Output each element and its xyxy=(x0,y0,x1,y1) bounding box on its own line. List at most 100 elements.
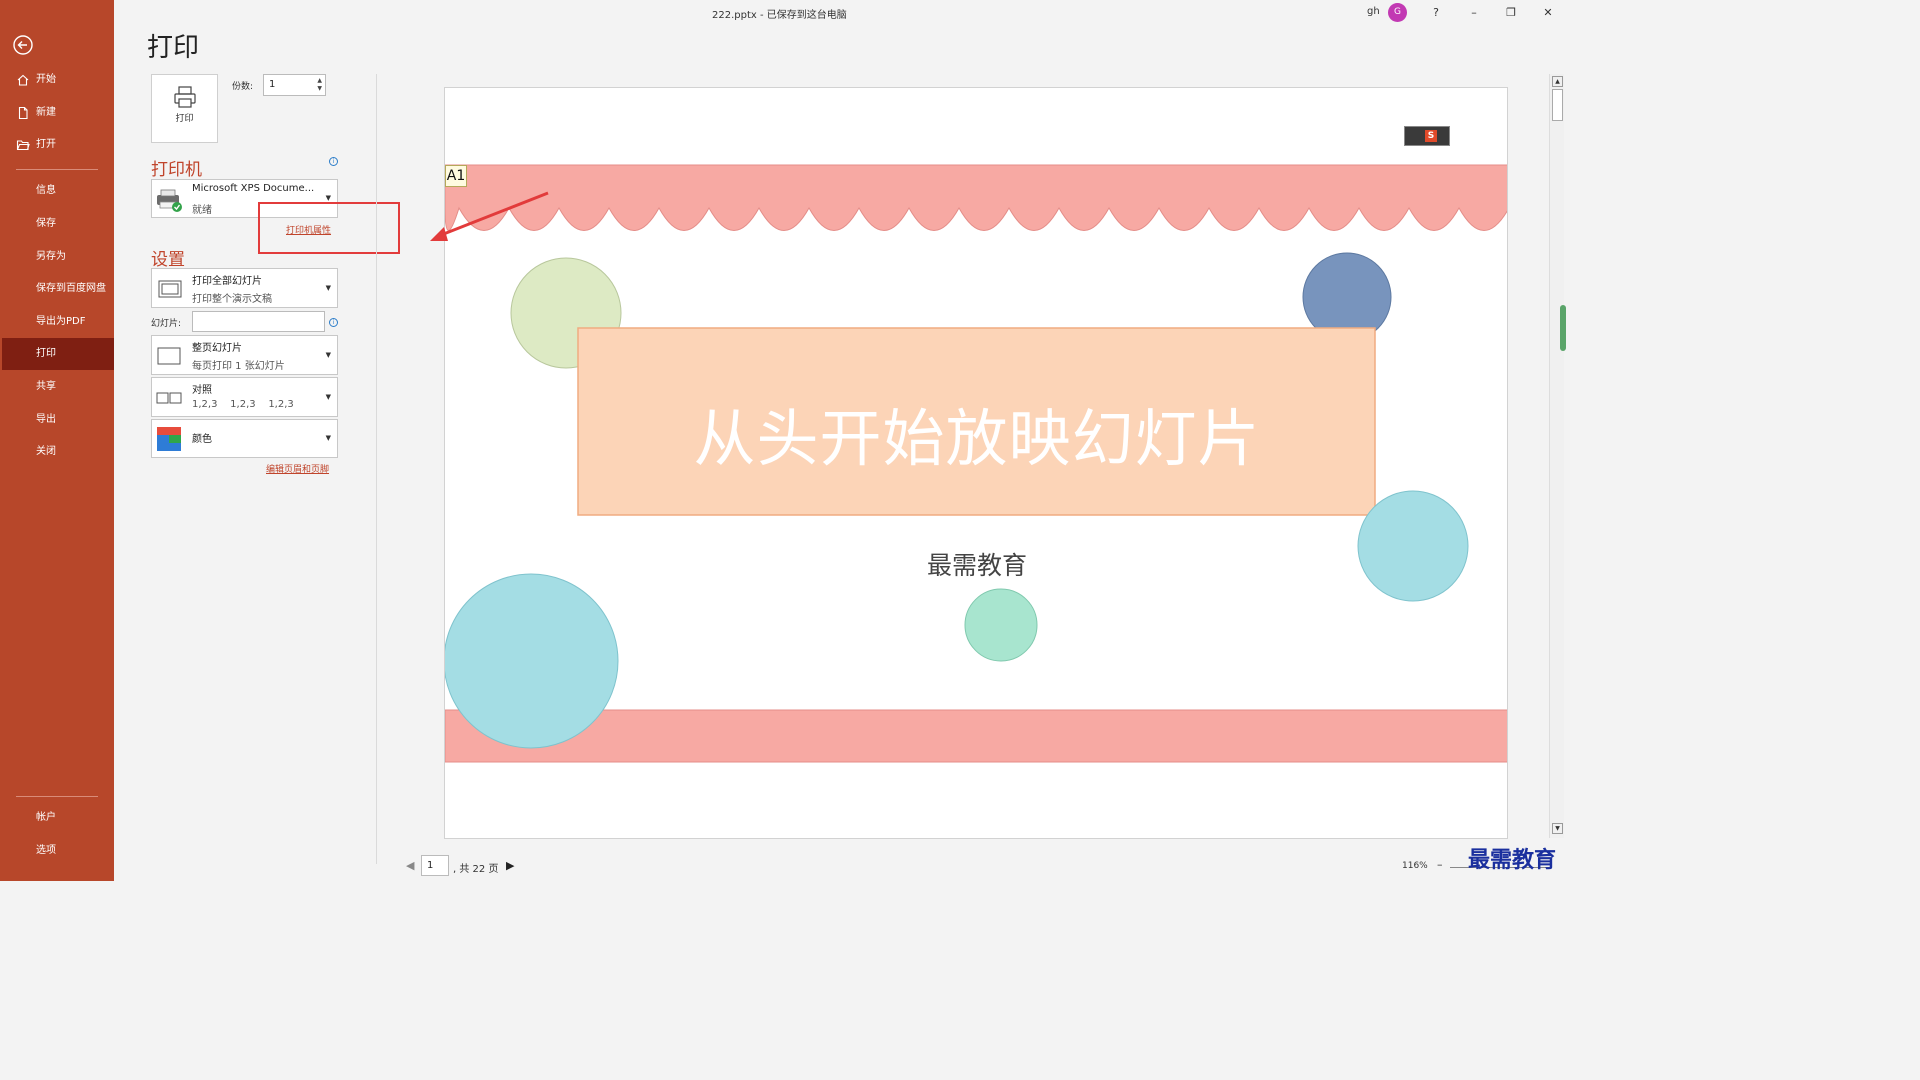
home-icon xyxy=(17,74,29,86)
nav-save[interactable]: 保存 xyxy=(2,208,114,240)
color-main: 颜色 xyxy=(192,434,212,445)
settings-heading: 设置 xyxy=(151,250,185,270)
vertical-scrollbar[interactable]: ▲ ▼ xyxy=(1549,74,1564,838)
chevron-down-icon: ▼ xyxy=(325,284,331,292)
layout-sub: 每页打印 1 张幻灯片 xyxy=(192,361,285,372)
color-swatch-icon xyxy=(157,427,181,451)
chevron-down-icon: ▼ xyxy=(325,194,331,202)
page-title: 打印 xyxy=(147,33,200,63)
restore-button[interactable]: ❐ xyxy=(1499,3,1523,23)
zoom-out-button[interactable]: – xyxy=(1437,858,1443,871)
print-range-main: 打印全部幻灯片 xyxy=(192,276,262,287)
slide-title: 从头开始放映幻灯片 xyxy=(693,402,1261,475)
page-number-input[interactable]: 1 xyxy=(421,855,449,876)
print-button[interactable]: 打印 xyxy=(151,74,218,143)
print-range-dropdown[interactable]: 打印全部幻灯片 打印整个演示文稿 ▼ xyxy=(151,268,338,308)
nav-save-to-baidu[interactable]: 保存到百度网盘 xyxy=(2,273,114,305)
printer-icon xyxy=(174,86,196,108)
nav-account-label: 帐户 xyxy=(36,812,56,823)
nav-print[interactable]: 打印 xyxy=(2,338,114,370)
nav-options-label: 选项 xyxy=(36,845,56,856)
printer-device-icon xyxy=(157,189,182,212)
document-title: 222.pptx - 已保存到这台电脑 xyxy=(712,10,847,21)
print-button-label: 打印 xyxy=(175,114,194,124)
nav-close[interactable]: 关闭 xyxy=(2,436,114,468)
help-button[interactable]: ? xyxy=(1424,3,1448,23)
copies-label: 份数: xyxy=(232,82,254,92)
mint-circle xyxy=(964,588,1038,662)
nav-save-label: 保存 xyxy=(36,218,56,229)
nav-export-pdf[interactable]: 导出为PDF xyxy=(2,306,114,338)
avatar[interactable]: G xyxy=(1388,3,1407,22)
scroll-thumb[interactable] xyxy=(1552,89,1563,121)
user-name: gh xyxy=(1367,6,1380,17)
collate-dropdown[interactable]: 对照 1,2,3 1,2,3 1,2,3 ▼ xyxy=(151,377,338,417)
slides-label: 幻灯片: xyxy=(151,319,182,329)
nav-options[interactable]: 选项 xyxy=(2,835,114,867)
panel-divider xyxy=(376,74,377,864)
page-total: , 共 22 页 xyxy=(453,864,499,875)
top-scallop-band xyxy=(445,164,1507,231)
print-preview-page: 从头开始放映幻灯片 最需教育 A1 S xyxy=(444,87,1508,839)
bottom-band xyxy=(445,709,1507,763)
nav-home-label: 开始 xyxy=(36,74,56,85)
chevron-down-icon: ▼ xyxy=(325,434,331,442)
close-button[interactable]: ✕ xyxy=(1536,3,1560,23)
copies-stepper[interactable]: 1 ▲ ▼ xyxy=(263,74,326,96)
nav-share[interactable]: 共享 xyxy=(2,371,114,403)
folder-open-icon xyxy=(16,140,30,151)
nav-save-as[interactable]: 另存为 xyxy=(2,241,114,273)
nav-save-to-baidu-label: 保存到百度网盘 xyxy=(36,283,106,294)
info-icon[interactable]: i xyxy=(329,157,338,166)
full-page-slide-icon xyxy=(157,347,181,365)
nav-print-label: 打印 xyxy=(36,348,56,359)
backstage-sidebar: 开始 新建 打开 信息 保存 另存为 保存到百度网盘 导出为PDF 打印 共享 … xyxy=(0,0,114,881)
previous-page-icon[interactable]: ◀ xyxy=(406,859,414,872)
zoom-level[interactable]: 116% xyxy=(1402,861,1428,871)
annotation-highlight-box xyxy=(258,202,400,254)
printer-status: 就绪 xyxy=(192,205,212,216)
scroll-up-icon[interactable]: ▲ xyxy=(1552,76,1563,87)
watermark: 最需教育 xyxy=(1468,847,1557,873)
layout-dropdown[interactable]: 整页幻灯片 每页打印 1 张幻灯片 ▼ xyxy=(151,335,338,375)
nav-new-label: 新建 xyxy=(36,107,56,118)
nav-open-label: 打开 xyxy=(36,139,56,150)
cyan-circle-left xyxy=(445,573,619,749)
ime-logo-icon: S xyxy=(1425,130,1437,142)
nav-export-pdf-label: 导出为PDF xyxy=(36,316,86,327)
scroll-down-icon[interactable]: ▼ xyxy=(1552,823,1563,834)
spinner-arrows-icon[interactable]: ▲ ▼ xyxy=(317,77,322,93)
nav-info[interactable]: 信息 xyxy=(2,175,114,207)
chevron-down-icon: ▼ xyxy=(325,351,331,359)
nav-info-label: 信息 xyxy=(36,185,56,196)
slide-subtitle: 最需教育 xyxy=(926,551,1027,580)
back-arrow-icon[interactable] xyxy=(12,34,34,56)
info-icon[interactable]: i xyxy=(329,318,338,327)
edit-header-footer-link[interactable]: 编辑页眉和页脚 xyxy=(266,462,329,475)
nav-open[interactable]: 打开 xyxy=(2,129,114,161)
collate-sub: 1,2,3 1,2,3 1,2,3 xyxy=(192,399,294,410)
slides-input[interactable] xyxy=(192,311,325,332)
next-page-icon[interactable]: ▶ xyxy=(506,859,514,872)
nav-close-label: 关闭 xyxy=(36,446,56,457)
print-range-sub: 打印整个演示文稿 xyxy=(192,294,272,305)
layout-main: 整页幻灯片 xyxy=(192,343,242,354)
side-handle[interactable] xyxy=(1560,305,1566,351)
copies-value: 1 xyxy=(269,79,276,90)
color-dropdown[interactable]: 颜色 ▼ xyxy=(151,419,338,458)
collate-icon xyxy=(156,392,182,404)
nav-separator xyxy=(16,169,98,170)
ime-toolbar[interactable]: S xyxy=(1404,126,1450,146)
nav-account[interactable]: 帐户 xyxy=(2,802,114,834)
collate-main: 对照 xyxy=(192,385,212,396)
slides-stack-icon xyxy=(158,280,182,298)
nav-export[interactable]: 导出 xyxy=(2,404,114,436)
annotation-arrow xyxy=(430,191,549,241)
nav-export-label: 导出 xyxy=(36,414,56,425)
nav-home[interactable]: 开始 xyxy=(2,64,114,96)
nav-save-as-label: 另存为 xyxy=(36,251,66,262)
cell-tag: A1 xyxy=(445,165,467,187)
minimize-button[interactable]: – xyxy=(1462,3,1486,23)
chevron-down-icon: ▼ xyxy=(325,393,331,401)
nav-new[interactable]: 新建 xyxy=(2,97,114,129)
